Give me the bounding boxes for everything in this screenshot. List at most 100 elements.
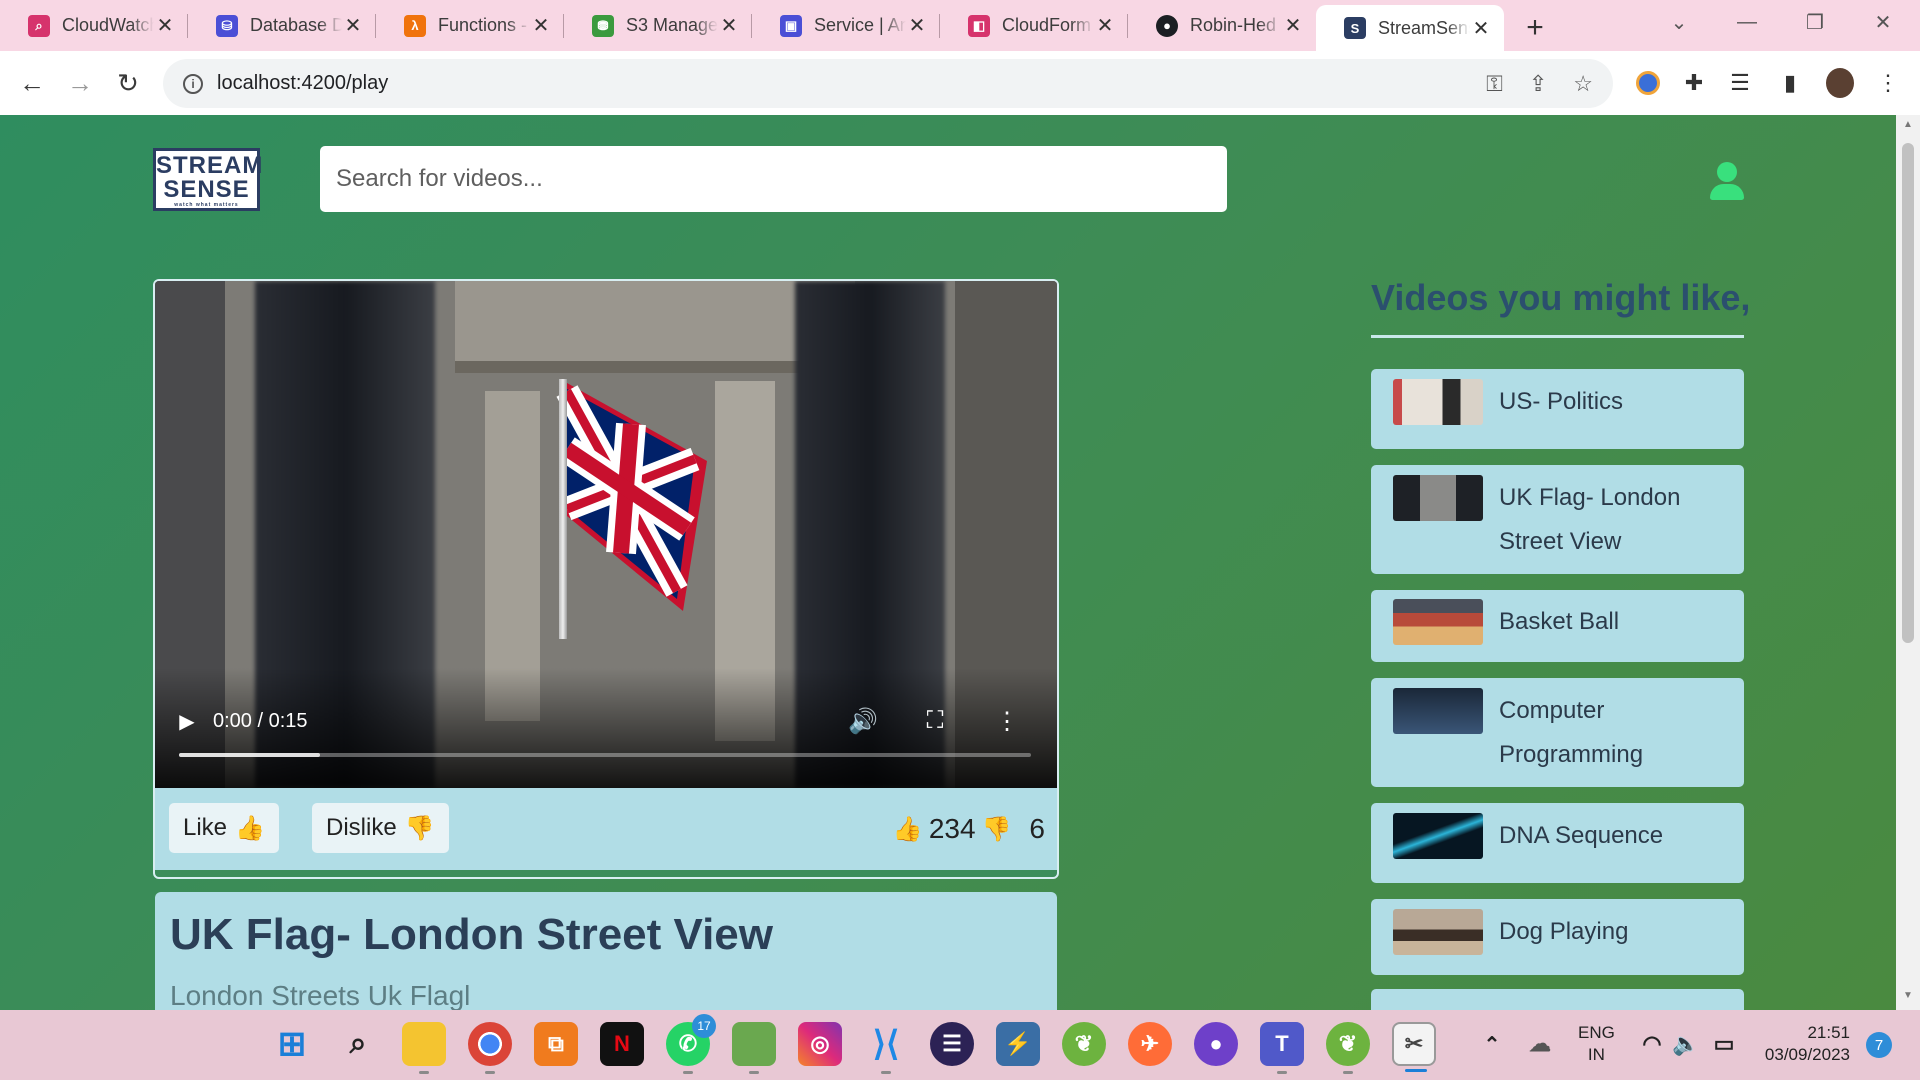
recommendation-item[interactable]: UK Flag- London Street View: [1371, 465, 1744, 574]
windows-start-icon[interactable]: ⊞: [270, 1022, 314, 1066]
vscode-icon[interactable]: ⟩⟨: [864, 1022, 908, 1074]
key-icon[interactable]: ⚿: [1486, 71, 1503, 97]
forward-button[interactable]: →: [56, 59, 104, 107]
recommendation-item[interactable]: DNA Sequence: [1371, 803, 1744, 883]
fullscreen-icon[interactable]: ⛶: [917, 703, 953, 739]
close-icon[interactable]: ✕: [530, 13, 552, 38]
onedrive-error-icon[interactable]: ☁: [1518, 1022, 1562, 1066]
system-clock[interactable]: 21:51 03/09/2023: [1750, 1022, 1850, 1066]
recommendations-heading: Videos you might like,: [1371, 277, 1751, 318]
netflix-icon[interactable]: N: [600, 1022, 644, 1066]
tab-database[interactable]: ⛁ Database D ✕: [188, 0, 376, 51]
photo-app-icon[interactable]: [732, 1022, 776, 1074]
video-thumbnail: [1393, 813, 1483, 859]
close-icon[interactable]: ✕: [1094, 13, 1116, 38]
browser-toolbar: ← → ↻ i localhost:4200/play ⚿ ⇪ ☆ ✚ ☰ ▮ …: [0, 51, 1920, 115]
battery-icon[interactable]: ▭: [1702, 1022, 1746, 1066]
tab-s3[interactable]: ⛃ S3 Manage ✕: [564, 0, 752, 51]
language-code: ENG: [1578, 1023, 1615, 1042]
like-button[interactable]: Like 👍: [169, 803, 279, 853]
cloudformation-icon: ◧: [968, 14, 990, 37]
logo-text-line1: STREAM: [156, 152, 264, 179]
close-icon[interactable]: ✕: [1470, 16, 1492, 41]
logo-text-line2: SENSE: [163, 176, 250, 203]
scrollbar-thumb[interactable]: [1902, 143, 1914, 643]
address-bar[interactable]: i localhost:4200/play ⚿ ⇪ ☆: [163, 59, 1613, 108]
close-icon[interactable]: ✕: [342, 13, 364, 38]
puzzle-extensions-icon[interactable]: ✚: [1670, 59, 1718, 107]
play-button[interactable]: ▶: [169, 703, 205, 739]
user-profile-icon[interactable]: [1708, 162, 1746, 202]
instagram-icon[interactable]: ◎: [798, 1022, 842, 1066]
dislike-button[interactable]: Dislike 👎: [312, 803, 449, 853]
scroll-down-arrow-icon[interactable]: ▼: [1896, 990, 1920, 1010]
minimize-button[interactable]: —: [1714, 0, 1780, 44]
share-icon[interactable]: ⇪: [1529, 71, 1547, 97]
tab-title: StreamSens: [1378, 17, 1470, 38]
close-window-button[interactable]: ✕: [1850, 0, 1916, 44]
buffered-fill: [179, 753, 320, 757]
recommendation-item[interactable]: Basket Ball: [1371, 590, 1744, 662]
reading-list-icon[interactable]: ☰: [1716, 59, 1764, 107]
video-thumbnail: [1393, 379, 1483, 425]
recommendation-item[interactable]: Computer Programming: [1371, 678, 1744, 787]
extension-icon[interactable]: [1624, 59, 1672, 107]
tab-functions[interactable]: λ Functions - ✕: [376, 0, 564, 51]
tab-title: Robin-Hed: [1190, 15, 1277, 35]
new-tab-button[interactable]: +: [1512, 5, 1558, 51]
streamsense-logo[interactable]: STREAM SENSE watch what matters: [153, 148, 264, 211]
spring-tool-icon[interactable]: ❦: [1062, 1022, 1106, 1066]
tab-github[interactable]: ● Robin-Hed ✕: [1128, 0, 1316, 51]
close-icon[interactable]: ✕: [154, 13, 176, 38]
video-player[interactable]: ▶ 0:00 / 0:15 🔊 ⛶ ⋮: [155, 281, 1057, 788]
recommendation-item[interactable]: US- Politics: [1371, 369, 1744, 449]
video-thumbnail: [1393, 909, 1483, 955]
site-info-icon[interactable]: i: [183, 73, 203, 94]
database-icon: ⛁: [216, 14, 238, 37]
reload-button[interactable]: ↻: [104, 59, 152, 107]
whatsapp-icon[interactable]: ✆ 17: [666, 1014, 716, 1074]
postman-icon[interactable]: ✈: [1128, 1022, 1172, 1066]
page-scrollbar[interactable]: ▲ ▼: [1896, 115, 1920, 1010]
tab-search-chevron-icon[interactable]: ⌄: [1646, 0, 1712, 44]
tab-cloudformation[interactable]: ◧ CloudForm ✕: [940, 0, 1128, 51]
scroll-up-arrow-icon[interactable]: ▲: [1896, 119, 1920, 139]
app-orange-icon[interactable]: ⧉: [534, 1022, 578, 1066]
url-text[interactable]: localhost:4200/play: [217, 72, 388, 95]
tab-cloudwatch[interactable]: ⌕ CloudWatch ✕: [0, 0, 188, 51]
teams-icon[interactable]: T: [1260, 1022, 1304, 1074]
recommendation-title: US- Politics: [1499, 388, 1624, 415]
mysql-workbench-icon[interactable]: ⚡: [996, 1022, 1040, 1066]
close-icon[interactable]: ✕: [718, 13, 740, 38]
file-explorer-icon[interactable]: [402, 1022, 446, 1074]
tab-title: CloudWatch: [62, 15, 154, 35]
more-options-icon[interactable]: ⋮: [989, 703, 1025, 739]
bookmark-star-icon[interactable]: ☆: [1573, 71, 1593, 97]
volume-icon[interactable]: 🔊: [845, 703, 881, 739]
close-icon[interactable]: ✕: [1282, 13, 1304, 38]
eclipse-icon[interactable]: ☰: [930, 1022, 974, 1066]
tab-streamsense[interactable]: S StreamSens ✕: [1316, 5, 1504, 51]
show-hidden-icons-chevron-icon[interactable]: ⌃: [1470, 1022, 1514, 1066]
back-button[interactable]: ←: [8, 59, 56, 107]
avatar[interactable]: [1816, 59, 1864, 107]
progress-bar[interactable]: [179, 753, 1031, 757]
recommendation-item[interactable]: Dog Playing: [1371, 899, 1744, 975]
restore-button[interactable]: ❐: [1782, 0, 1848, 44]
chrome-icon[interactable]: [468, 1022, 512, 1074]
spring-tool-icon[interactable]: ❦: [1326, 1022, 1370, 1074]
recommendation-title: Computer Programming: [1499, 697, 1644, 768]
recommendation-item[interactable]: [1371, 989, 1744, 1010]
search-input[interactable]: [320, 146, 1227, 212]
side-panel-icon[interactable]: ▮: [1766, 59, 1814, 107]
language-indicator[interactable]: ENG IN: [1578, 1022, 1615, 1066]
snipping-tool-icon[interactable]: ✂: [1392, 1022, 1436, 1072]
notification-count-badge[interactable]: 7: [1866, 1032, 1892, 1058]
tab-service[interactable]: ▣ Service | An ✕: [752, 0, 940, 51]
github-desktop-icon[interactable]: ●: [1194, 1022, 1238, 1066]
clock-date: 03/09/2023: [1764, 1045, 1850, 1064]
more-menu-icon[interactable]: ⋮: [1864, 59, 1912, 107]
recommendation-title: UK Flag- London Street View: [1499, 484, 1681, 555]
search-icon[interactable]: ⌕: [336, 1022, 380, 1066]
close-icon[interactable]: ✕: [906, 13, 928, 38]
